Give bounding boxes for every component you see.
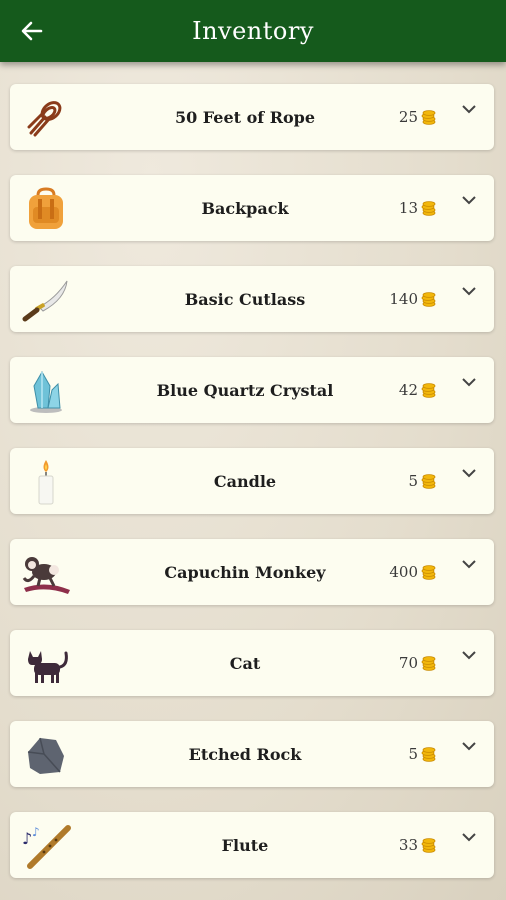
item-price: 13 bbox=[399, 175, 436, 241]
inventory-item-flute[interactable]: ♪ ♪ Flute 33 bbox=[10, 812, 494, 878]
item-price: 140 bbox=[389, 266, 436, 332]
item-name: Backpack bbox=[201, 198, 289, 218]
item-price: 33 bbox=[399, 812, 436, 878]
inventory-item-cutlass[interactable]: Basic Cutlass 140 bbox=[10, 266, 494, 332]
item-price: 42 bbox=[399, 357, 436, 423]
item-name: Basic Cutlass bbox=[184, 289, 306, 309]
chevron-down-icon[interactable] bbox=[460, 830, 478, 844]
backpack-icon bbox=[20, 185, 72, 233]
item-price-value: 33 bbox=[398, 836, 418, 854]
chevron-down-icon[interactable] bbox=[460, 193, 478, 207]
item-name: 50 Feet of Rope bbox=[174, 107, 316, 127]
candle-icon bbox=[20, 458, 72, 506]
inventory-item-backpack[interactable]: Backpack 13 bbox=[10, 175, 494, 241]
chevron-down-icon[interactable] bbox=[460, 375, 478, 389]
item-price-value: 400 bbox=[389, 563, 418, 581]
rope-icon bbox=[20, 94, 72, 142]
gold-coins-icon bbox=[419, 564, 436, 580]
chevron-down-icon[interactable] bbox=[460, 102, 478, 116]
chevron-down-icon[interactable] bbox=[460, 648, 478, 662]
item-name: Etched Rock bbox=[188, 744, 302, 764]
item-price: 400 bbox=[389, 539, 436, 605]
arrow-left-icon bbox=[21, 21, 43, 41]
item-price: 5 bbox=[408, 448, 436, 514]
gold-coins-icon bbox=[419, 837, 436, 853]
flute-icon: ♪ ♪ bbox=[20, 822, 72, 870]
gold-coins-icon bbox=[419, 291, 436, 307]
item-name: Blue Quartz Crystal bbox=[156, 380, 334, 400]
item-price-value: 5 bbox=[408, 745, 418, 763]
back-button[interactable] bbox=[18, 17, 46, 45]
app-bar: Inventory bbox=[0, 0, 506, 62]
item-price-value: 5 bbox=[408, 472, 418, 490]
item-name: Cat bbox=[229, 653, 261, 673]
svg-text:♪: ♪ bbox=[22, 829, 32, 848]
cutlass-icon bbox=[20, 276, 72, 324]
chevron-down-icon[interactable] bbox=[460, 284, 478, 298]
item-price-value: 42 bbox=[398, 381, 418, 399]
gold-coins-icon bbox=[419, 746, 436, 762]
gold-coins-icon bbox=[419, 200, 436, 216]
item-name: Candle bbox=[213, 471, 277, 491]
inventory-item-cat[interactable]: Cat 70 bbox=[10, 630, 494, 696]
item-price-value: 140 bbox=[389, 290, 418, 308]
gold-coins-icon bbox=[419, 655, 436, 671]
inventory-item-crystal[interactable]: Blue Quartz Crystal 42 bbox=[10, 357, 494, 423]
inventory-item-candle[interactable]: Candle 5 bbox=[10, 448, 494, 514]
chevron-down-icon[interactable] bbox=[460, 557, 478, 571]
cat-icon bbox=[20, 640, 72, 688]
crystal-icon bbox=[20, 367, 72, 415]
chevron-down-icon[interactable] bbox=[460, 466, 478, 480]
rock-icon bbox=[20, 731, 72, 779]
monkey-icon bbox=[20, 549, 72, 597]
gold-coins-icon bbox=[419, 382, 436, 398]
item-price: 5 bbox=[408, 721, 436, 787]
item-price: 70 bbox=[399, 630, 436, 696]
inventory-item-rope[interactable]: 50 Feet of Rope 25 bbox=[10, 84, 494, 150]
item-name: Capuchin Monkey bbox=[164, 562, 326, 582]
item-price: 25 bbox=[399, 84, 436, 150]
chevron-down-icon[interactable] bbox=[460, 739, 478, 753]
page-title: Inventory bbox=[192, 17, 314, 45]
item-name: Flute bbox=[221, 835, 269, 855]
gold-coins-icon bbox=[419, 109, 436, 125]
item-price-value: 25 bbox=[398, 108, 418, 126]
inventory-item-monkey[interactable]: Capuchin Monkey 400 bbox=[10, 539, 494, 605]
item-price-value: 70 bbox=[398, 654, 418, 672]
gold-coins-icon bbox=[419, 473, 436, 489]
svg-text:♪: ♪ bbox=[32, 825, 40, 839]
inventory-item-rock[interactable]: Etched Rock 5 bbox=[10, 721, 494, 787]
item-price-value: 13 bbox=[398, 199, 418, 217]
